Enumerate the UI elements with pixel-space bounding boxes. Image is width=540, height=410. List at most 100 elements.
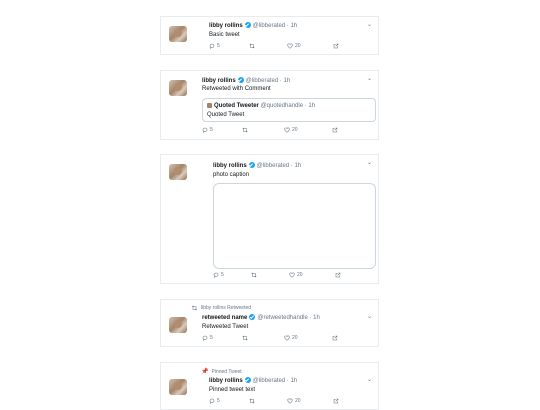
tweet-header: libby rollins @libberated · 1h bbox=[209, 377, 297, 385]
tweet-text: Retweeted Tweet bbox=[202, 324, 249, 330]
quoted-timestamp[interactable]: 1h bbox=[308, 103, 315, 109]
avatar[interactable] bbox=[169, 317, 187, 333]
timestamp[interactable]: 1h bbox=[290, 378, 297, 384]
like-count: 20 bbox=[297, 272, 303, 278]
timestamp[interactable]: 1h bbox=[294, 163, 301, 169]
separator: · bbox=[309, 315, 312, 321]
like-count: 20 bbox=[295, 43, 301, 49]
reply-icon bbox=[209, 398, 215, 404]
like-button[interactable]: 20 bbox=[284, 127, 298, 133]
tweet-card[interactable]: 📌 Pinned Tweet libby rollins @libberated … bbox=[160, 362, 379, 410]
reply-count: 5 bbox=[217, 43, 220, 49]
retweet-button[interactable] bbox=[251, 272, 257, 278]
tweet-actions: 5 20 bbox=[213, 272, 353, 280]
verified-badge-icon bbox=[244, 377, 251, 383]
chevron-down-icon[interactable]: ⌄ bbox=[367, 22, 372, 28]
avatar[interactable] bbox=[169, 26, 187, 42]
retweet-button[interactable] bbox=[242, 335, 248, 341]
chevron-down-icon[interactable]: ⌄ bbox=[367, 160, 372, 166]
share-icon bbox=[333, 43, 339, 49]
chevron-down-icon[interactable]: ⌄ bbox=[367, 76, 372, 82]
reply-button[interactable]: 5 bbox=[202, 127, 213, 133]
author-handle[interactable]: @libberated bbox=[257, 163, 289, 169]
share-button[interactable] bbox=[332, 127, 338, 133]
author-name[interactable]: libby rollins bbox=[213, 163, 247, 169]
pin-icon: 📌 bbox=[201, 369, 209, 375]
avatar[interactable] bbox=[169, 164, 187, 180]
reply-count: 5 bbox=[210, 127, 213, 133]
tweet-actions: 5 20 bbox=[209, 43, 349, 51]
avatar[interactable] bbox=[169, 80, 187, 96]
author-handle[interactable]: @libberated bbox=[253, 378, 285, 384]
heart-icon bbox=[289, 272, 295, 278]
share-button[interactable] bbox=[333, 398, 339, 404]
social-context: libby rollins Retweeted bbox=[191, 305, 251, 311]
heart-icon bbox=[287, 43, 293, 49]
author-name[interactable]: libby rollins bbox=[209, 378, 243, 384]
author-name[interactable]: libby rollins bbox=[209, 23, 243, 29]
reply-button[interactable]: 5 bbox=[213, 272, 224, 278]
separator: · bbox=[290, 163, 293, 169]
tweet-card[interactable]: libby rollins @libberated · 1h ⌄ photo ca… bbox=[160, 154, 379, 284]
author-handle[interactable]: @libberated bbox=[253, 23, 285, 29]
chevron-down-icon[interactable]: ⌄ bbox=[367, 377, 372, 383]
author-handle[interactable]: @libberated bbox=[246, 78, 278, 84]
reply-button[interactable]: 5 bbox=[209, 43, 220, 49]
reply-count: 5 bbox=[221, 272, 224, 278]
tweet-card[interactable]: libby rollins Retweeted retweeted name @r… bbox=[160, 299, 379, 347]
retweet-icon bbox=[242, 335, 248, 341]
quoted-author-name[interactable]: Quoted Tweeter bbox=[214, 103, 259, 109]
tweet-actions: 5 20 bbox=[202, 127, 342, 135]
timestamp[interactable]: 1h bbox=[290, 23, 297, 29]
author-handle[interactable]: @retweetedhandle bbox=[257, 315, 307, 321]
quoted-tweet-header: Quoted Tweeter @quotedhandle · 1h bbox=[207, 102, 315, 110]
author-name[interactable]: retweeted name bbox=[202, 315, 247, 321]
tweet-card[interactable]: libby rollins @libberated · 1h ⌄ Basic tw… bbox=[160, 16, 379, 55]
separator: · bbox=[304, 103, 307, 109]
reply-button[interactable]: 5 bbox=[202, 335, 213, 341]
retweet-button[interactable] bbox=[242, 127, 248, 133]
like-button[interactable]: 20 bbox=[287, 398, 301, 404]
avatar[interactable] bbox=[169, 379, 187, 395]
reply-count: 5 bbox=[210, 335, 213, 341]
share-icon bbox=[333, 398, 339, 404]
like-button[interactable]: 20 bbox=[284, 335, 298, 341]
timestamp[interactable]: 1h bbox=[313, 315, 320, 321]
verified-badge-icon bbox=[244, 22, 251, 28]
like-button[interactable]: 20 bbox=[289, 272, 303, 278]
chevron-down-icon[interactable]: ⌄ bbox=[367, 314, 372, 320]
retweet-button[interactable] bbox=[249, 398, 255, 404]
tweet-header: libby rollins @libberated · 1h bbox=[213, 162, 301, 170]
retweet-icon bbox=[251, 272, 257, 278]
retweet-button[interactable] bbox=[249, 43, 255, 49]
retweet-icon bbox=[249, 398, 255, 404]
share-button[interactable] bbox=[332, 335, 338, 341]
heart-icon bbox=[284, 335, 290, 341]
reply-icon bbox=[202, 335, 208, 341]
tweet-header: libby rollins @libberated · 1h bbox=[209, 22, 297, 30]
timestamp[interactable]: 1h bbox=[283, 78, 290, 84]
like-count: 20 bbox=[295, 398, 301, 404]
tweet-card[interactable]: libby rollins @libberated · 1h ⌄ Retweete… bbox=[160, 70, 379, 140]
verified-badge-icon bbox=[249, 314, 256, 320]
quoted-tweet[interactable]: Quoted Tweeter @quotedhandle · 1h Quoted… bbox=[202, 98, 376, 122]
share-button[interactable] bbox=[335, 272, 341, 278]
like-button[interactable]: 20 bbox=[287, 43, 301, 49]
verified-badge-icon bbox=[237, 77, 244, 83]
quoted-avatar bbox=[207, 103, 212, 108]
like-count: 20 bbox=[292, 335, 298, 341]
share-icon bbox=[332, 127, 338, 133]
retweet-icon bbox=[242, 127, 248, 133]
retweet-icon bbox=[191, 305, 198, 311]
social-context-text: Pinned Tweet bbox=[211, 368, 242, 375]
social-context-text[interactable]: libby rollins Retweeted bbox=[201, 305, 251, 311]
tweet-photo[interactable] bbox=[213, 183, 376, 269]
separator: · bbox=[279, 78, 282, 84]
separator: · bbox=[286, 23, 289, 29]
reply-button[interactable]: 5 bbox=[209, 398, 220, 404]
separator: · bbox=[286, 378, 289, 384]
author-name[interactable]: libby rollins bbox=[202, 78, 236, 84]
share-button[interactable] bbox=[333, 43, 339, 49]
quoted-author-handle[interactable]: @quotedhandle bbox=[261, 103, 303, 109]
social-context: 📌 Pinned Tweet bbox=[201, 368, 242, 376]
